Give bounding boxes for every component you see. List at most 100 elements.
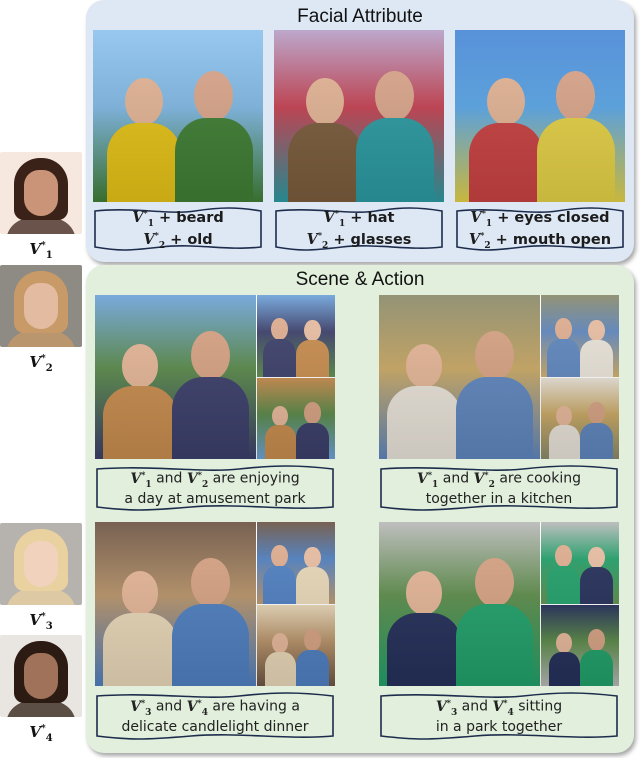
caption-line: V*1 + beard [132,208,224,229]
person-figure [548,632,580,686]
caption-text: V*1 and V*2 are enjoying a day at amuseme… [95,463,335,515]
person-figure [295,546,329,604]
person-figure [103,344,177,459]
caption-line: V*1 + eyes closed [470,208,610,229]
identity-face-image [0,265,82,347]
caption-line: a day at amusement park [124,491,306,508]
side-shot-bottom [255,377,335,459]
caption-line: V*2 + mouth open [468,230,612,251]
caption-line: V*2 + old [143,230,213,251]
side-shot-bottom [539,604,619,686]
caption-text: V*1 and V*2 are cooking together in a kit… [379,463,619,515]
facial-image-1 [93,30,263,202]
portrait-shoulders [6,331,76,347]
identity-token: V*4 [186,697,208,718]
person-figure [579,402,613,459]
person-figure [264,632,296,686]
identity-token: V*1 [130,469,152,490]
person-figure [172,558,250,686]
main-shot [379,522,540,686]
person-figure [295,629,329,686]
caption-line: V*1 + hat [323,208,395,229]
caption-line: in a park together [435,719,563,736]
person-figure [468,78,544,202]
person-figure [579,629,613,686]
person-figure [579,319,613,377]
caption-line: V*1 and V*2 are cooking [416,469,582,490]
person-figure [263,317,296,377]
identity-label: V*1 [29,240,53,261]
portrait-shoulders [6,218,76,234]
caption-line: together in a kitchen [425,491,573,508]
person-figure [172,331,250,459]
identity-v3: V*3 [0,523,82,632]
scene-caption-3: V*3 and V*4 are having a delicate candlel… [95,690,335,744]
caption-line: delicate candlelight dinner [121,719,309,736]
facial-caption-1: V*1 + beard V*2 + old [93,205,263,255]
person-figure [456,331,534,459]
side-shot-bottom [255,604,335,686]
identity-token: V*3 [435,697,458,718]
side-shot-top [255,295,335,377]
person-figure [174,71,253,202]
portrait-shoulders [6,589,76,605]
facial-attribute-panel: Facial Attribute V*1 + beard V*2 + old V*… [86,0,634,262]
person-figure [547,317,580,377]
identity-token: V*4 [492,697,514,718]
identity-token: V*2 [143,230,166,251]
portrait-face [24,653,58,699]
caption-text: V*1 + hat V*2 + glasses [274,205,444,255]
identity-token: V*1 [323,208,346,229]
person-figure [548,405,580,459]
identity-v2: V*2 [0,265,82,374]
person-figure [106,78,182,202]
person-figure [579,546,613,604]
scene-image-2 [379,295,619,459]
caption-line: V*3 and V*4 sitting [435,697,563,718]
person-figure [355,71,434,202]
identity-token: V*2 [186,469,209,490]
identity-token: V*3 [130,697,152,718]
identity-token: V*1 [470,208,493,229]
identity-token: V*1 [416,469,439,490]
facial-caption-2: V*1 + hat V*2 + glasses [274,205,444,255]
person-figure [263,544,296,604]
side-shot-bottom [539,377,619,459]
identity-label: V*4 [29,723,53,744]
person-figure [103,571,177,686]
identity-face-image [0,152,82,234]
facial-image-3 [455,30,625,202]
scene-caption-2: V*1 and V*2 are cooking together in a kit… [379,463,619,515]
portrait-face [24,541,58,587]
scene-action-panel: Scene & Action V*1 and V*2 are enjoying a… [86,265,634,753]
caption-text: V*1 + eyes closed V*2 + mouth open [455,205,625,255]
person-figure [547,544,580,604]
scene-image-3 [95,522,335,686]
portrait-face [24,283,58,329]
main-shot [379,295,540,459]
facial-image-2 [274,30,444,202]
scene-caption-1: V*1 and V*2 are enjoying a day at amuseme… [95,463,335,515]
panel-title: Facial Attribute [297,6,423,27]
scene-caption-4: V*3 and V*4 sitting in a park together [379,690,619,744]
identity-label: V*2 [29,353,53,374]
main-shot [95,295,256,459]
identity-token: V*2 [468,230,491,251]
person-figure [295,402,329,459]
identity-token: V*2 [306,230,329,251]
identity-token: V*1 [132,208,154,229]
caption-text: V*3 and V*4 are having a delicate candlel… [95,690,335,744]
facial-caption-3: V*1 + eyes closed V*2 + mouth open [455,205,625,255]
person-figure [264,405,296,459]
identity-v4: V*4 [0,635,82,744]
person-figure [536,71,615,202]
person-figure [387,571,461,686]
identity-v1: V*1 [0,152,82,261]
caption-line: V*3 and V*4 are having a [130,697,300,718]
person-figure [456,558,534,686]
identity-token: V*2 [473,469,495,490]
portrait-shoulders [6,701,76,717]
caption-text: V*1 + beard V*2 + old [93,205,263,255]
person-figure [295,319,329,377]
main-shot [95,522,256,686]
